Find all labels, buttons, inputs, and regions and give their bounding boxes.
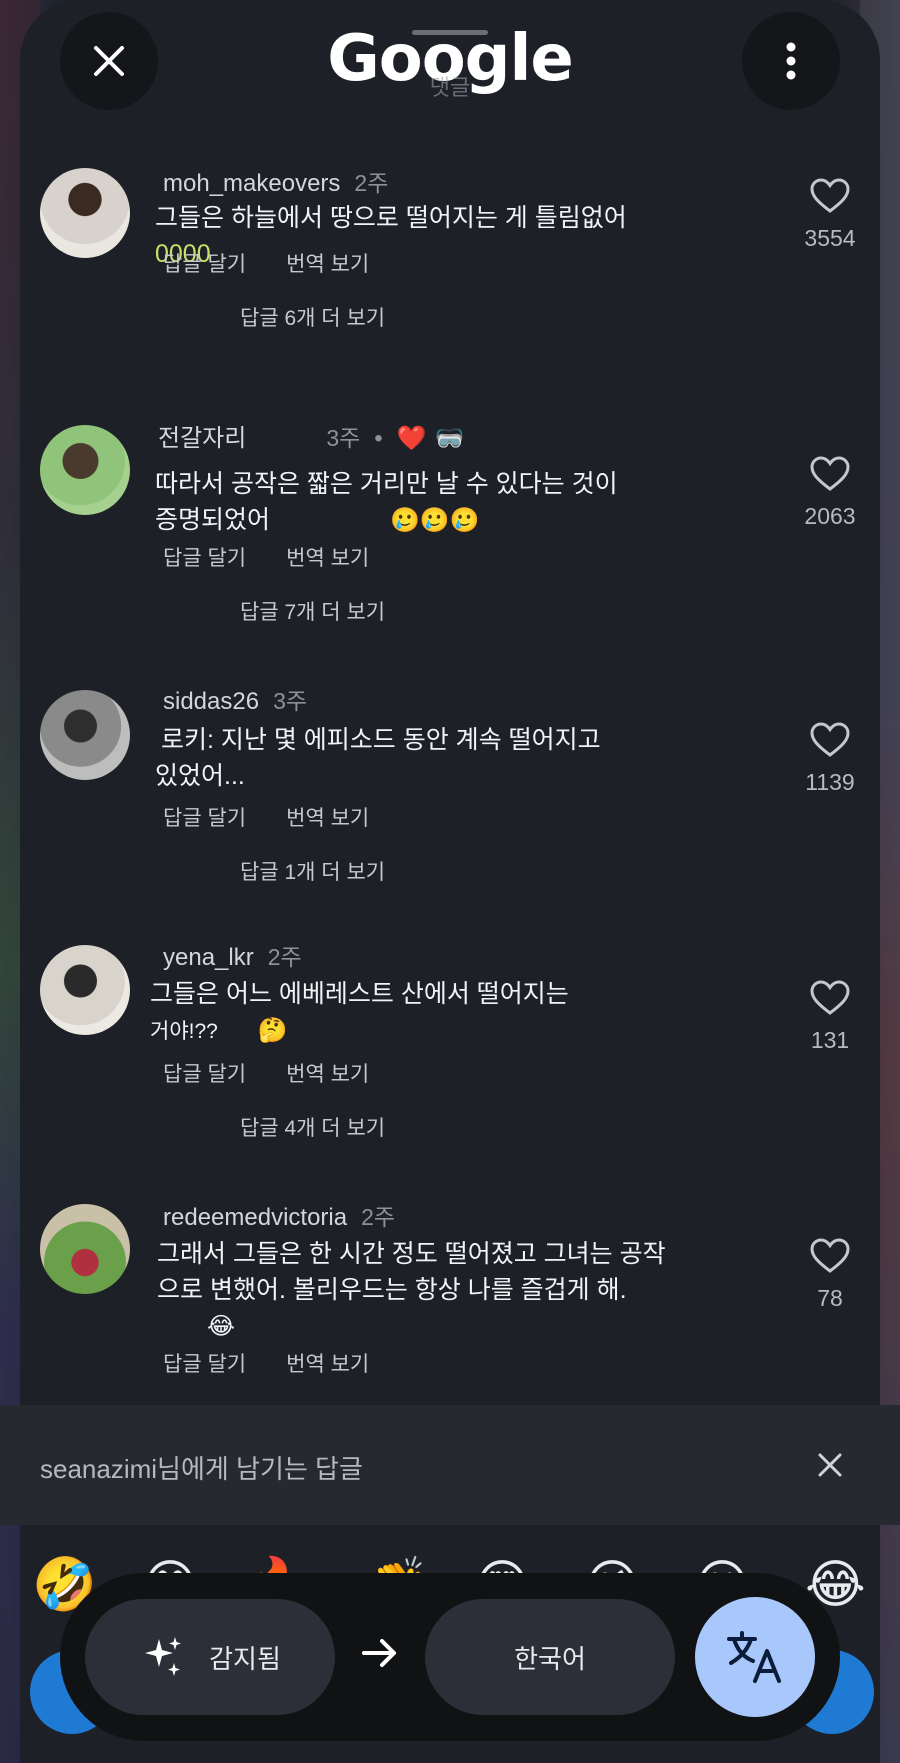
username-text: 전갈자리 xyxy=(158,425,247,452)
comment-line-2: 거야!?? xyxy=(150,1020,218,1043)
heart-icon xyxy=(810,1238,850,1273)
see-translation-button[interactable]: 번역 보기 xyxy=(286,248,369,278)
target-language-label: 한국어 xyxy=(514,1643,586,1674)
close-icon xyxy=(818,1453,842,1477)
comment-line-1: 로키: 지난 몇 에피소드 동안 계속 떨어지고 xyxy=(161,726,601,754)
like-button[interactable]: 131 xyxy=(790,980,870,1054)
translate-button[interactable] xyxy=(695,1597,815,1717)
comment-time: 2주 xyxy=(361,1204,396,1230)
source-language-button[interactable]: 감지됨 xyxy=(85,1599,335,1715)
like-count: 2063 xyxy=(804,503,856,529)
crying-emoji-icons: 🥲🥲🥲 xyxy=(390,507,480,534)
reply-button[interactable]: 답글 달기 xyxy=(163,1058,246,1088)
comment-actions: 답글 달기 번역 보기 xyxy=(163,802,369,832)
translate-bar: 감지됨 한국어 xyxy=(60,1573,840,1741)
see-translation-button[interactable]: 번역 보기 xyxy=(286,1058,369,1088)
replying-to-label: seanazimi님에게 남기는 답글 xyxy=(40,1454,363,1484)
cancel-reply-button[interactable] xyxy=(810,1445,850,1485)
header: Google 댓글 xyxy=(0,0,900,120)
heart-icon xyxy=(810,456,850,491)
comment-line-1: 그들은 하늘에서 땅으로 떨어지는 게 틀림없어 xyxy=(155,204,627,232)
more-options-button[interactable] xyxy=(742,12,840,110)
comment-text: 따라서 공작은 짧은 거리만 날 수 있다는 것이 증명되었어 🥲🥲🥲 xyxy=(155,466,635,539)
comment-username[interactable]: yena_lkr 2주 xyxy=(163,938,302,972)
avatar[interactable] xyxy=(40,168,130,258)
comment-text: 그들은 어느 에베레스트 산에서 떨어지는 거야!?? 🤔 xyxy=(150,976,630,1050)
comment-username[interactable]: moh_makeovers 2주 xyxy=(163,164,388,198)
comment-line-2: 증명되었어 xyxy=(155,506,271,534)
goggles-badge-icon: 🥽 xyxy=(434,425,465,452)
see-translation-button[interactable]: 번역 보기 xyxy=(286,542,369,572)
username-text: redeemedvictoria xyxy=(163,1204,348,1231)
see-translation-button[interactable]: 번역 보기 xyxy=(286,802,369,832)
like-button[interactable]: 1139 xyxy=(790,722,870,796)
arrow-right-icon xyxy=(362,1639,396,1667)
avatar[interactable] xyxy=(40,425,130,515)
reply-button[interactable]: 답글 달기 xyxy=(163,802,246,832)
more-vert-icon xyxy=(786,42,796,80)
comment-line-1: 그래서 그들은 한 시간 정도 떨어졌고 그녀는 공작 xyxy=(157,1240,666,1268)
comment-username[interactable]: 전갈자리 3주 • ❤️ 🥽 xyxy=(158,418,464,453)
comment-line-1: 따라서 공작은 짧은 거리만 날 수 있다는 것이 xyxy=(155,470,618,498)
comment-time: 2주 xyxy=(354,170,389,196)
translate-icon xyxy=(727,1631,781,1683)
heart-icon xyxy=(810,178,850,213)
avatar[interactable] xyxy=(40,945,130,1035)
comment-line-1: 그들은 어느 에베레스트 산에서 떨어지는 xyxy=(150,980,569,1008)
comment-actions: 답글 달기 번역 보기 xyxy=(163,1058,369,1088)
reply-button[interactable]: 답글 달기 xyxy=(163,248,246,278)
like-button[interactable]: 2063 xyxy=(790,456,870,530)
heart-icon xyxy=(810,722,850,757)
comment-actions: 답글 달기 번역 보기 xyxy=(163,542,369,572)
target-language-button[interactable]: 한국어 xyxy=(425,1599,675,1715)
like-button[interactable]: 3554 xyxy=(790,178,870,252)
thinking-emoji-icon: 🤔 xyxy=(257,1017,288,1044)
comment-line-2: 있었어... xyxy=(155,762,245,790)
comment-text: 그래서 그들은 한 시간 정도 떨어졌고 그녀는 공작 으로 변했어. 볼리우드… xyxy=(157,1236,677,1345)
username-text: yena_lkr xyxy=(163,944,254,971)
like-count: 1139 xyxy=(805,769,855,795)
source-language-label: 감지됨 xyxy=(209,1643,281,1674)
view-more-replies-button[interactable]: 답글 4개 더 보기 xyxy=(240,1112,385,1142)
comment-time: 2주 xyxy=(267,944,302,970)
sparkle-icon xyxy=(145,1637,182,1676)
view-more-replies-button[interactable]: 답글 6개 더 보기 xyxy=(240,302,385,332)
like-button[interactable]: 78 xyxy=(790,1238,870,1312)
like-count: 3554 xyxy=(804,225,856,251)
username-text: moh_makeovers xyxy=(163,170,341,197)
view-more-replies-button[interactable]: 답글 7개 더 보기 xyxy=(240,596,385,626)
reply-button[interactable]: 답글 달기 xyxy=(163,542,246,572)
comment-time: 3주 xyxy=(326,425,361,451)
view-more-replies-button[interactable]: 답글 1개 더 보기 xyxy=(240,856,385,886)
avatar[interactable] xyxy=(40,1204,130,1294)
dot-separator: • xyxy=(374,425,383,452)
comment-actions: 답글 달기 번역 보기 xyxy=(163,1348,369,1378)
comment-time: 3주 xyxy=(273,688,308,714)
comment-line-2: 으로 변했어. 볼리우드는 항상 나를 즐겁게 해. xyxy=(157,1276,627,1304)
see-translation-button[interactable]: 번역 보기 xyxy=(286,1348,369,1378)
avatar[interactable] xyxy=(40,690,130,780)
heart-icon xyxy=(810,980,850,1015)
like-count: 78 xyxy=(817,1285,843,1311)
comment-username[interactable]: redeemedvictoria 2주 xyxy=(163,1198,395,1232)
comment-actions: 답글 달기 번역 보기 xyxy=(163,248,369,278)
heart-badge-icon: ❤️ xyxy=(396,425,427,452)
like-count: 131 xyxy=(810,1027,850,1053)
comment-username[interactable]: siddas26 3주 xyxy=(163,682,307,716)
username-text: siddas26 xyxy=(163,688,260,715)
comment-text: 로키: 지난 몇 에피소드 동안 계속 떨어지고 있었어... xyxy=(155,722,635,794)
laughing-emoji-icon: 😂 xyxy=(207,1313,236,1340)
replying-to-bar: seanazimi님에게 남기는 답글 xyxy=(0,1405,900,1525)
reply-button[interactable]: 답글 달기 xyxy=(163,1348,246,1378)
